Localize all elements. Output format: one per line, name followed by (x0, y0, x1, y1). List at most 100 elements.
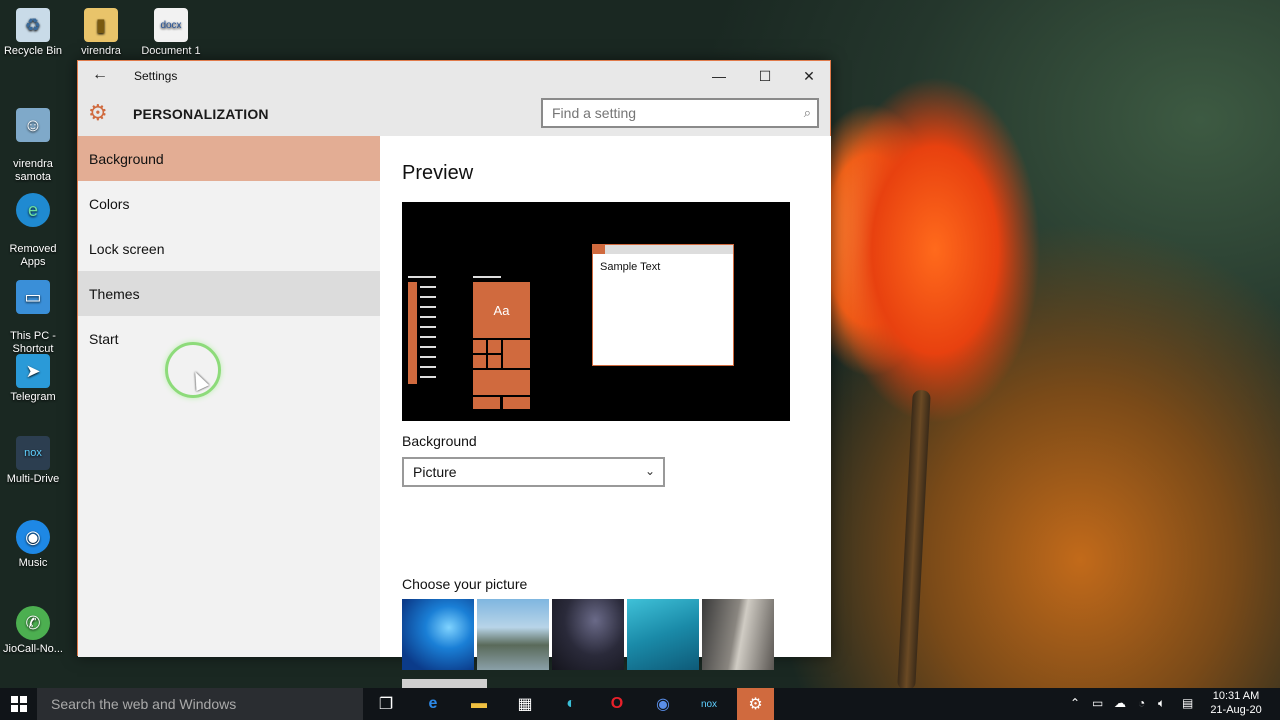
store-icon[interactable]: ▦ (513, 692, 537, 716)
section-title: PERSONALIZATION (133, 106, 269, 122)
gear-icon: ⚙ (88, 100, 108, 125)
sidebar-item-start[interactable]: Start (78, 316, 380, 361)
preview-tile (473, 355, 486, 368)
folder-icon: ▮ (84, 8, 118, 42)
sidebar-item-label: Themes (89, 285, 140, 302)
volume-icon[interactable]: 🔈︎ (1158, 696, 1165, 711)
preview-tile (473, 340, 486, 353)
file-explorer-icon[interactable]: ▬ (467, 692, 491, 716)
windows-logo-icon (10, 696, 27, 712)
desktop-icon-label: Music (18, 557, 48, 569)
sidebar: Background Colors Lock screen Themes Sta… (78, 136, 380, 657)
desktop-icon-music[interactable]: ◉ Music (0, 520, 66, 570)
taskbar: Search the web and Windows ❐ e ▬ ▦ ◐ O ◉… (0, 688, 1280, 720)
jiocall-icon: ✆ (16, 606, 50, 640)
cloud-icon[interactable]: ☁ (1114, 696, 1126, 710)
search-input[interactable] (543, 100, 783, 126)
clock[interactable]: 10:31 AM 21-Aug-20 (1204, 689, 1268, 717)
start-button[interactable] (0, 688, 37, 720)
desktop-icon-recycle-bin[interactable]: ♻ Recycle Bin (0, 8, 66, 58)
sidebar-item-lock-screen[interactable]: Lock screen (78, 226, 380, 271)
desktop-icon-multi-drive[interactable]: nox Multi-Drive (0, 436, 66, 486)
content-pane: Preview Aa Sample Text Background Pictur… (380, 136, 831, 710)
minimize-button[interactable]: — (696, 61, 742, 91)
task-view-icon[interactable]: ❐ (374, 692, 398, 716)
nox-icon[interactable]: nox (697, 692, 721, 716)
desktop-icon-telegram[interactable]: ➤ Telegram (0, 354, 66, 404)
preview-tile (488, 355, 501, 368)
preview-line (420, 306, 436, 308)
preview-title: Preview (402, 162, 474, 184)
sample-window-titlebar (593, 245, 733, 254)
picture-thumb-beach[interactable] (477, 599, 549, 670)
close-button[interactable]: ✕ (786, 61, 832, 91)
maximize-button[interactable]: ☐ (742, 61, 788, 91)
preview-tile-aa: Aa (473, 282, 530, 338)
preview-line (420, 376, 436, 378)
sidebar-item-label: Lock screen (89, 240, 165, 257)
sample-window-accent (593, 245, 605, 254)
desktop-icon-virendra-samota[interactable]: ☺ virendra samota (0, 95, 66, 184)
desktop-icon-label: Document 1 (141, 45, 201, 57)
battery-icon[interactable]: ▭ (1092, 696, 1103, 710)
preview-line (420, 326, 436, 328)
chrome-icon[interactable]: ◉ (651, 692, 675, 716)
desktop-icon-virendra[interactable]: ▮ virendra (68, 8, 134, 58)
back-arrow-icon[interactable]: ← (92, 66, 108, 84)
notifications-icon[interactable]: ▤ (1182, 696, 1193, 710)
nox-icon: nox (16, 436, 50, 470)
desktop-icon-jiocall[interactable]: ✆ JioCall-No... (0, 606, 66, 656)
clock-time: 10:31 AM (1212, 690, 1260, 702)
desktop-icon-this-pc[interactable]: ▭ This PC - Shortcut (0, 267, 66, 356)
preview-tile (503, 397, 530, 409)
pc-icon: ▭ (16, 280, 50, 314)
sidebar-item-label: Background (89, 150, 164, 167)
sidebar-item-background[interactable]: Background (78, 136, 380, 181)
sidebar-item-themes[interactable]: Themes (78, 271, 380, 316)
desktop-icon-document-1[interactable]: docx Document 1 (138, 8, 204, 58)
preview-image: Aa Sample Text (402, 202, 790, 421)
preview-line (420, 366, 436, 368)
title-bar: ← Settings — ☐ ✕ (78, 61, 830, 91)
preview-line (420, 286, 436, 288)
desktop-icon-removed-apps[interactable]: e Removed Apps (0, 180, 66, 269)
preview-start-accent (408, 282, 417, 384)
opera-icon[interactable]: O (605, 692, 629, 716)
background-label: Background (402, 433, 477, 449)
sidebar-item-label: Start (89, 330, 119, 347)
recycle-bin-icon: ♻ (16, 8, 50, 42)
background-select[interactable]: Picture ⌄ (402, 457, 665, 487)
click-highlight-ring (165, 342, 221, 398)
desktop-icon-label: JioCall-No... (3, 643, 63, 655)
preview-line (408, 276, 436, 278)
preview-line (420, 356, 436, 358)
desktop-icon-label: virendra (81, 45, 121, 57)
sidebar-item-colors[interactable]: Colors (78, 181, 380, 226)
wifi-icon[interactable]: ◔ (1138, 696, 1145, 710)
settings-taskbar-icon[interactable]: ⚙ (737, 688, 774, 720)
picture-thumb-windows[interactable] (402, 599, 474, 670)
preview-line (420, 346, 436, 348)
preview-tile (488, 340, 501, 353)
picture-thumb-underwater[interactable] (627, 599, 699, 670)
preview-line (420, 296, 436, 298)
music-icon: ◉ (16, 520, 50, 554)
telegram-icon: ➤ (16, 354, 50, 388)
search-icon[interactable]: ⌕ (804, 105, 811, 121)
search-box[interactable]: ⌕ (541, 98, 819, 128)
chevron-down-icon: ⌄ (644, 464, 655, 478)
window-title: Settings (134, 69, 178, 83)
taskbar-search-box[interactable]: Search the web and Windows (37, 688, 363, 720)
picture-thumb-night-sky[interactable] (552, 599, 624, 670)
desktop-icon-label: Recycle Bin (3, 45, 63, 57)
preview-sample-window: Sample Text (592, 244, 734, 366)
preview-tile (473, 397, 500, 409)
edge-icon[interactable]: ◐ (559, 692, 583, 716)
desktop-icon-label: Multi-Drive (6, 473, 60, 485)
chevron-up-icon[interactable]: ⌃ (1070, 696, 1080, 710)
user-icon: ☺ (16, 108, 50, 142)
preview-line (473, 276, 501, 278)
edge-legacy-icon[interactable]: e (421, 692, 445, 716)
picture-thumb-rock[interactable] (702, 599, 774, 670)
clock-date: 21-Aug-20 (1210, 704, 1262, 716)
